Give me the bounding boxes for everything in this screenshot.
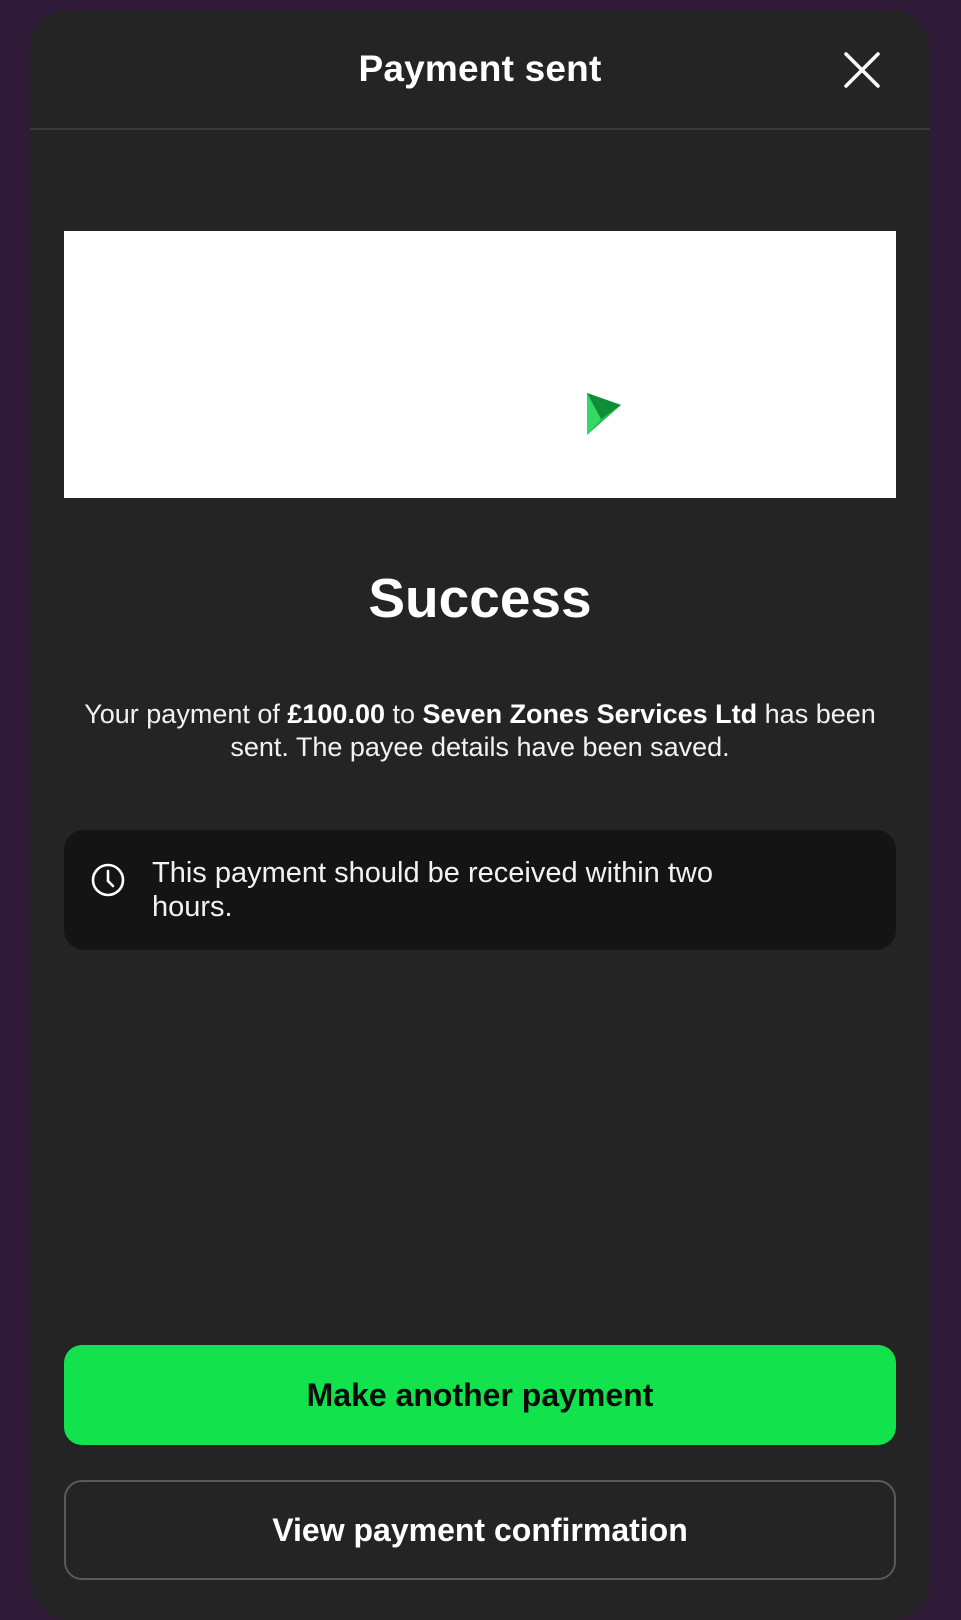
delivery-info-box: This payment should be received within t…: [64, 830, 896, 950]
close-icon: [844, 52, 880, 88]
payment-sent-modal: Payment sent Success Your payment of £10…: [30, 10, 930, 1620]
clock-icon: [91, 863, 125, 897]
make-another-payment-button[interactable]: Make another payment: [64, 1345, 896, 1445]
success-heading: Success: [368, 567, 592, 629]
message-prefix: Your payment of: [84, 699, 288, 729]
payment-message: Your payment of £100.00 to Seven Zones S…: [70, 698, 890, 764]
payment-amount: £100.00: [287, 699, 385, 729]
success-animation-banner: [64, 231, 896, 498]
view-payment-confirmation-button[interactable]: View payment confirmation: [64, 1480, 896, 1580]
paper-plane-icon: [587, 393, 621, 435]
payee-name: Seven Zones Services Ltd: [422, 699, 758, 729]
delivery-info-text: This payment should be received within t…: [152, 857, 713, 923]
message-mid: to: [384, 699, 423, 729]
modal-header: Payment sent: [30, 10, 930, 130]
modal-title: Payment sent: [358, 48, 602, 89]
close-button[interactable]: [840, 48, 884, 92]
